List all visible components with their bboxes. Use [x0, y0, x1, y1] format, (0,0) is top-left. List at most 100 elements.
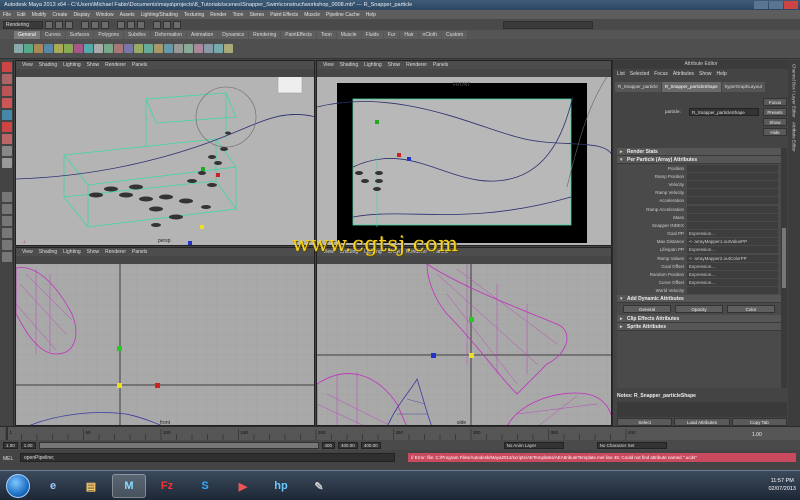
shelf-tool-icon[interactable] [164, 44, 173, 53]
new-scene-icon[interactable] [45, 20, 53, 29]
shelf-tab-general[interactable]: General [14, 31, 40, 39]
general-button[interactable]: General [623, 305, 671, 313]
ie-icon[interactable]: e [36, 474, 70, 498]
copy-tab-button[interactable]: Copy Tab [731, 418, 787, 426]
paint-select-icon[interactable] [2, 86, 12, 96]
snap-curve-icon[interactable] [127, 20, 135, 29]
shelf-tool-icon[interactable] [114, 44, 123, 53]
shelf-tab-subdivs[interactable]: Subdivs [123, 31, 150, 39]
attribute-value-field[interactable] [687, 213, 778, 221]
shelf-tab-custom[interactable]: Custom [442, 31, 468, 39]
menu-muscle[interactable]: Muscle [304, 12, 320, 18]
menu-pipeline-cache[interactable]: Pipeline Cache [326, 12, 360, 18]
select-button[interactable]: Select [617, 418, 673, 426]
shelf-tool-icon[interactable] [84, 44, 93, 53]
mel-label[interactable]: MEL [3, 456, 13, 462]
shelf-tab-fur[interactable]: Fur [383, 31, 400, 39]
section-clip-effects[interactable]: Clip Effects Attributes [617, 315, 781, 323]
vp-menu-lighting[interactable]: Lighting [63, 62, 81, 68]
attribute-value-field[interactable] [687, 287, 778, 295]
menu-texturing[interactable]: Texturing [184, 12, 204, 18]
ae-menu-help[interactable]: Help [717, 71, 727, 77]
section-render-stats[interactable]: Render Stats [617, 148, 781, 156]
ae-menu-list[interactable]: List [617, 71, 625, 77]
menu-modify[interactable]: Modify [32, 12, 47, 18]
channel-box-tab[interactable]: Channel Box / Layer Editor [792, 64, 797, 118]
playback-end-field[interactable]: 400 [321, 441, 336, 449]
ae-scrollbar[interactable] [781, 148, 787, 388]
attribute-value-field[interactable]: Expression... [687, 271, 778, 279]
menu-window[interactable]: Window [96, 12, 114, 18]
layout-outliner-icon[interactable] [2, 240, 12, 250]
shelf-tool-icon[interactable] [44, 44, 53, 53]
menu-stereo[interactable]: Stereo [249, 12, 264, 18]
menu-lighting-shading[interactable]: Lighting/Shading [141, 12, 178, 18]
attribute-value-field[interactable]: Expression... [687, 230, 778, 238]
menu-paint-effects[interactable]: Paint Effects [270, 12, 298, 18]
attribute-value-field[interactable]: <- arrayMapper1.outValuePP [687, 238, 778, 246]
shelf-tool-icon[interactable] [204, 44, 213, 53]
ae-tab-particle[interactable]: R_Snapper_particle [615, 82, 661, 92]
vp-menu-panels[interactable]: Panels [132, 249, 147, 255]
vp-menu-lighting[interactable]: Lighting [364, 62, 382, 68]
shelf-tab-rendering[interactable]: Rendering [249, 31, 281, 39]
shelf-tab-painteffects[interactable]: PaintEffects [281, 31, 316, 39]
hide-button[interactable]: Hide [763, 128, 787, 136]
shelf-tab-surfaces[interactable]: Surfaces [65, 31, 94, 39]
layout-persp-graph-icon[interactable] [2, 228, 12, 238]
media-player-icon[interactable]: ▶ [226, 474, 260, 498]
ae-tab-particle-shape[interactable]: R_Snapper_particleShape [661, 82, 721, 92]
shelf-tab-dynamics[interactable]: Dynamics [218, 31, 249, 39]
rotate-tool-icon[interactable] [2, 110, 12, 120]
shelf-tool-icon[interactable] [54, 44, 63, 53]
viewport-side[interactable]: View Shading Lighting Show Renderer Pane… [316, 247, 612, 426]
maximize-button[interactable] [769, 1, 783, 9]
ipr-render-icon[interactable] [163, 20, 171, 29]
presets-button[interactable]: Presets [763, 108, 787, 116]
anim-layer-dropdown[interactable]: No Anim Layer [503, 441, 564, 449]
skype-icon[interactable]: S [188, 474, 222, 498]
viewport-front[interactable]: View Shading Lighting Show Renderer Pane… [15, 247, 315, 426]
attribute-value-field[interactable] [687, 164, 778, 172]
layout-side-icon[interactable] [2, 216, 12, 226]
menu-create[interactable]: Create [52, 12, 67, 18]
select-hierarchy-icon[interactable] [81, 20, 89, 29]
menu-file[interactable]: File [3, 12, 11, 18]
menu-set-dropdown[interactable]: Rendering [3, 20, 43, 29]
tool-icon[interactable]: ✎ [302, 474, 336, 498]
menu-help[interactable]: Help [366, 12, 376, 18]
show-button[interactable]: Show [763, 118, 787, 126]
shelf-tool-icon[interactable] [174, 44, 183, 53]
universal-manip-icon[interactable] [2, 134, 12, 144]
section-sprite[interactable]: Sprite Attributes [617, 323, 781, 331]
ae-menu-attributes[interactable]: Attributes [673, 71, 694, 77]
shelf-tool-icon[interactable] [24, 44, 33, 53]
vp-menu-renderer[interactable]: Renderer [105, 62, 126, 68]
shelf-tool-icon[interactable] [184, 44, 193, 53]
current-time-field[interactable]: 1.00 [752, 432, 762, 438]
render-settings-icon[interactable] [173, 20, 181, 29]
vp-menu-show[interactable]: Show [87, 62, 100, 68]
snap-grid-icon[interactable] [117, 20, 125, 29]
shelf-tool-icon[interactable] [14, 44, 23, 53]
menu-assets[interactable]: Assets [120, 12, 135, 18]
shelf-tool-icon[interactable] [134, 44, 143, 53]
shelf-tab-ncloth[interactable]: nCloth [418, 31, 441, 39]
filezilla-icon[interactable]: Fz [150, 474, 184, 498]
shelf-tab-fluids[interactable]: Fluids [361, 31, 383, 39]
ae-tab-hypergraph-layout[interactable]: hyperGraphLayout [721, 82, 765, 92]
shelf-tool-icon[interactable] [124, 44, 133, 53]
vp-menu-renderer[interactable]: Renderer [406, 62, 427, 68]
explorer-icon[interactable]: ▤ [74, 474, 108, 498]
vp-menu-shading[interactable]: Shading [39, 249, 57, 255]
system-tray-clock[interactable]: 11:57 PM 02/07/2013 [768, 477, 796, 493]
menu-render[interactable]: Render [210, 12, 226, 18]
attribute-value-field[interactable]: Expression... [687, 279, 778, 287]
menu-display[interactable]: Display [73, 12, 89, 18]
ae-menu-selected[interactable]: Selected [630, 71, 649, 77]
attribute-value-field[interactable] [687, 172, 778, 180]
last-tool-icon[interactable] [2, 158, 12, 168]
time-slider[interactable]: 1 50 100 150 200 250 300 350 400 1.00 [0, 426, 800, 441]
vp-menu-renderer[interactable]: Renderer [105, 249, 126, 255]
ae-menu-focus[interactable]: Focus [654, 71, 668, 77]
